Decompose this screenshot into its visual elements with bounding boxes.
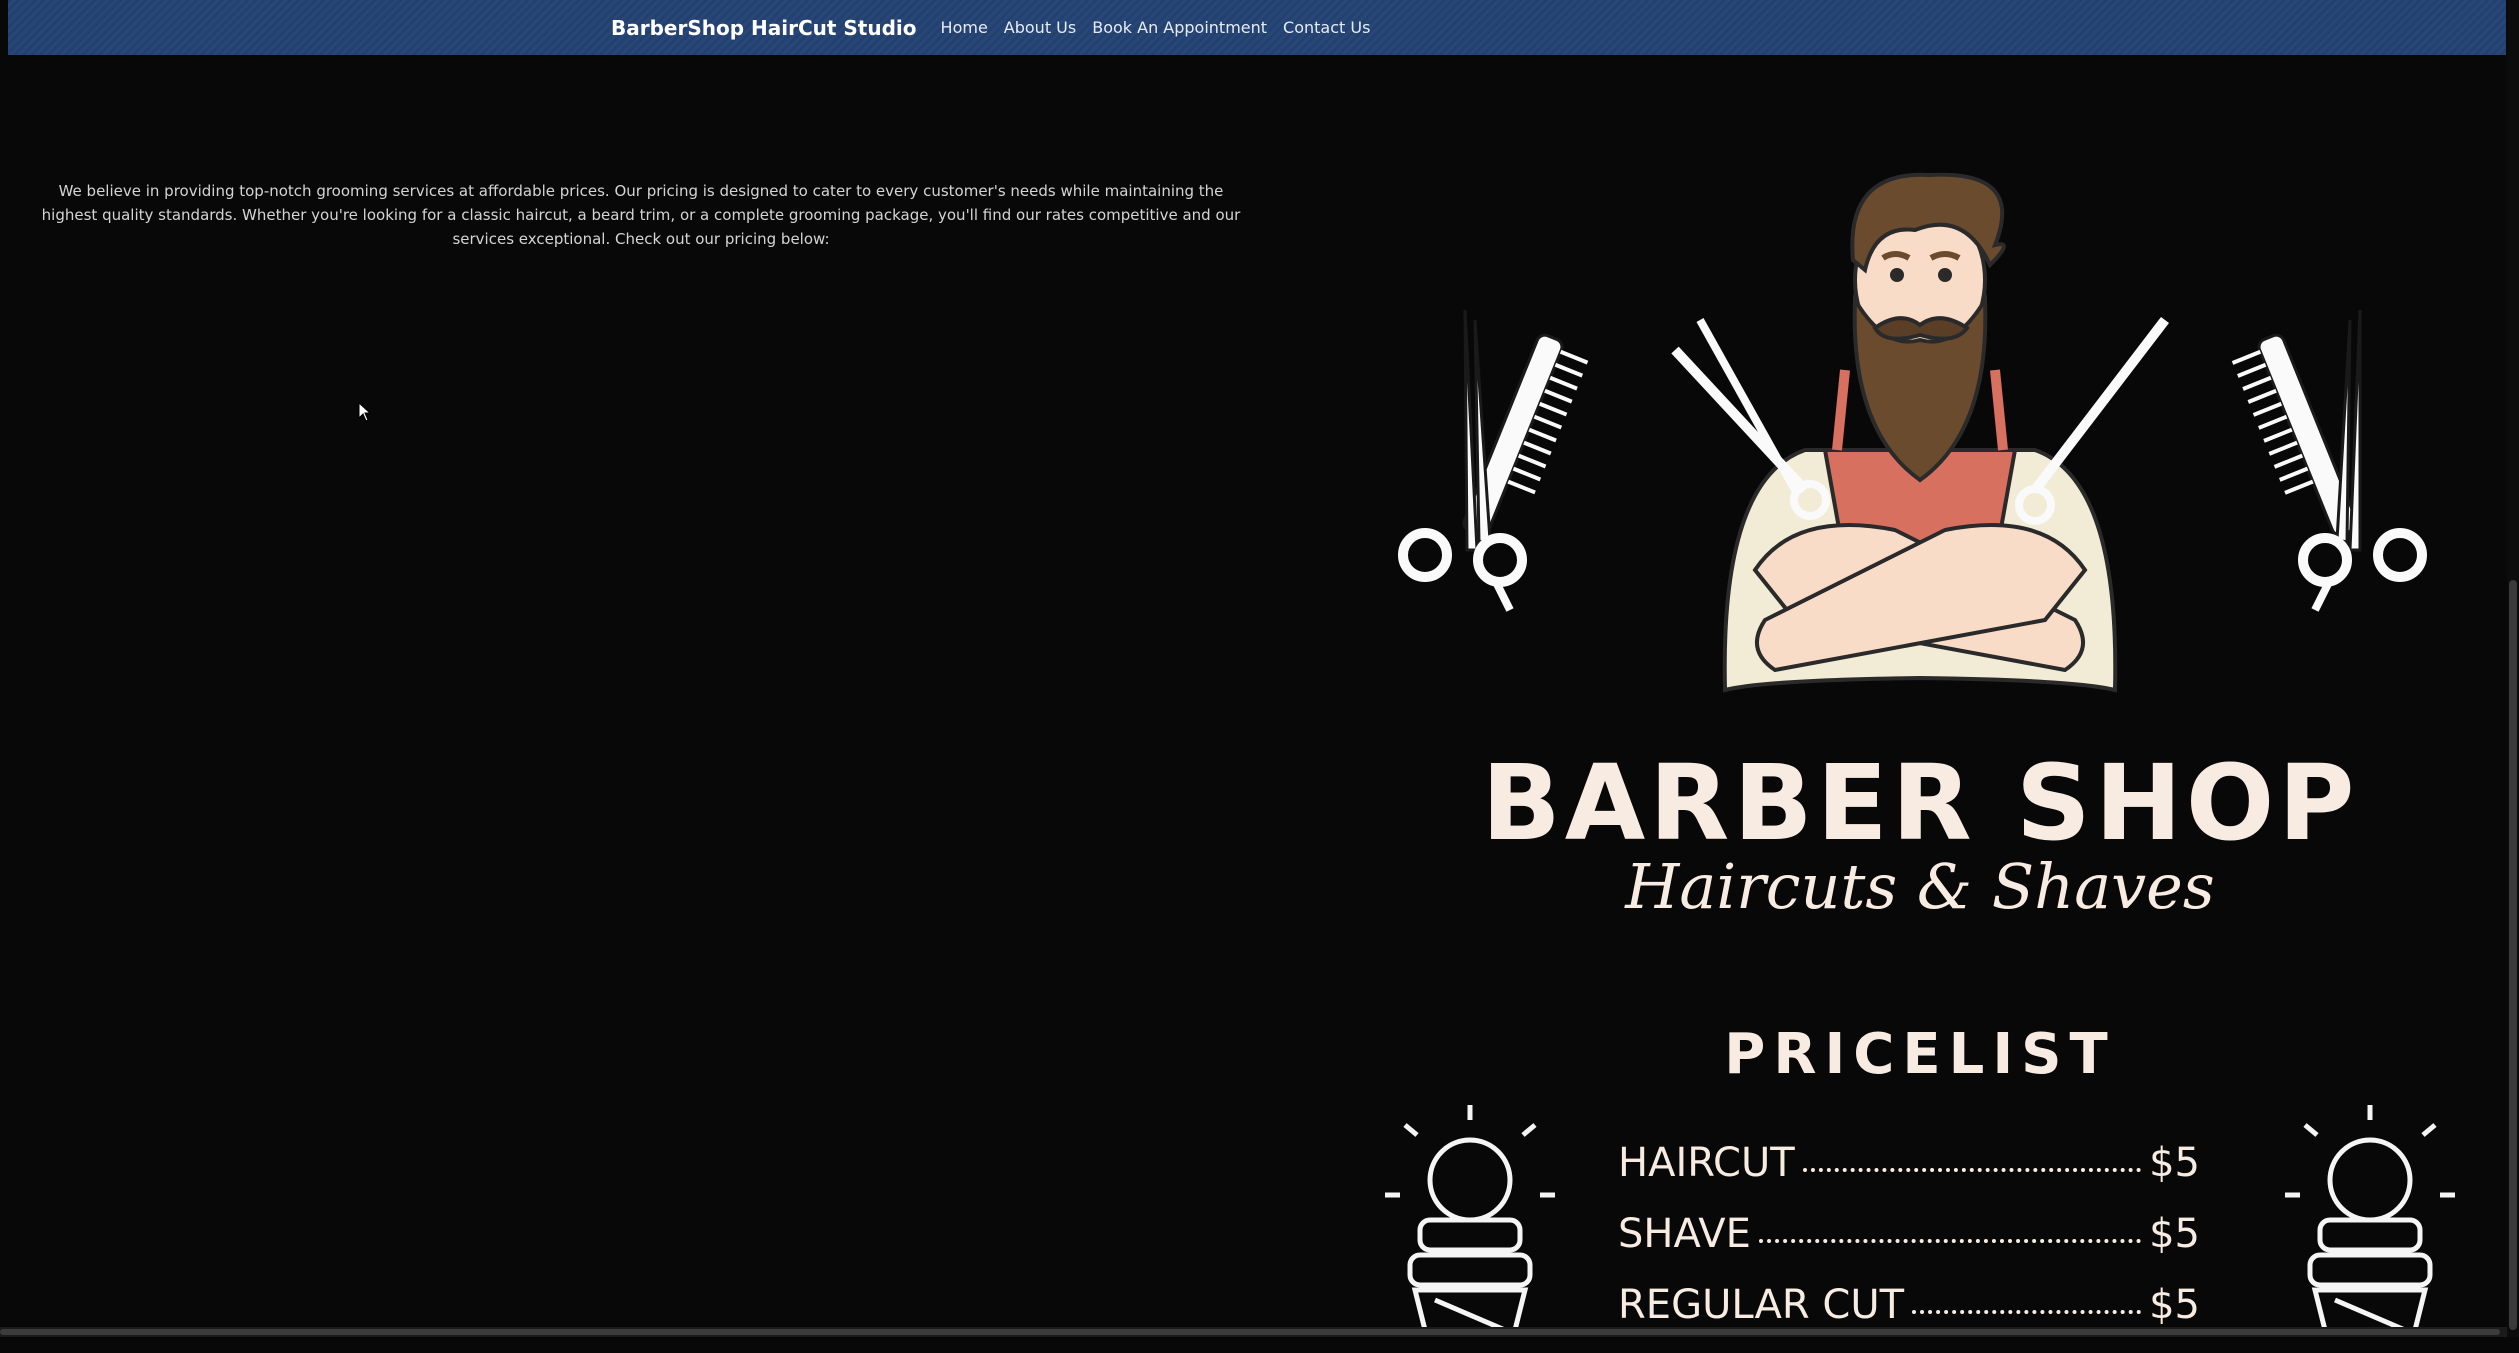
brand-link[interactable]: BarberShop HairCut Studio: [611, 16, 917, 40]
price-item-name: REGULAR CUT: [1618, 1282, 1904, 1328]
poster-subtitle: Haircuts & Shaves: [1375, 850, 2465, 923]
top-navbar: BarberShop HairCut Studio Home About Us …: [8, 0, 2506, 55]
mouse-cursor-icon: [358, 402, 372, 422]
pricing-intro-text: We believe in providing top-notch groomi…: [30, 179, 1252, 251]
vertical-scrollbar[interactable]: [2507, 0, 2519, 1337]
price-item-value: $5: [2149, 1140, 2200, 1186]
left-scissors-comb-icon: [1403, 310, 1588, 610]
poster-title: BARBER SHOP: [1375, 742, 2465, 864]
pricelist-heading: PRICELIST: [1375, 1022, 2465, 1087]
price-leader-dots: [1912, 1309, 2141, 1314]
price-row-shave: SHAVE $5: [1618, 1211, 2200, 1282]
horizontal-scrollbar[interactable]: [0, 1327, 2507, 1337]
barber-character-illustration: [1675, 175, 2165, 690]
vertical-scrollbar-thumb[interactable]: [2509, 580, 2517, 1330]
price-row-haircut: HAIRCUT $5: [1618, 1140, 2200, 1211]
price-item-value: $5: [2149, 1282, 2200, 1328]
nav-about-us[interactable]: About Us: [1004, 18, 1076, 37]
price-item-name: HAIRCUT: [1618, 1140, 1795, 1186]
right-barber-pole-icon: [2285, 1105, 2455, 1330]
price-item-name: SHAVE: [1618, 1211, 1751, 1257]
price-leader-dots: [1759, 1238, 2141, 1243]
nav-home[interactable]: Home: [941, 18, 988, 37]
barbershop-poster-image: BARBER SHOP Haircuts & Shaves PRICELIST …: [1375, 150, 2465, 1330]
price-row-regular-cut: REGULAR CUT $5: [1618, 1282, 2200, 1353]
left-barber-pole-icon: [1385, 1105, 1555, 1330]
price-leader-dots: [1803, 1167, 2141, 1172]
nav-book-appointment[interactable]: Book An Appointment: [1092, 18, 1267, 37]
horizontal-scrollbar-thumb[interactable]: [0, 1329, 2500, 1335]
nav-contact-us[interactable]: Contact Us: [1283, 18, 1370, 37]
right-scissors-comb-icon: [2233, 310, 2422, 610]
price-item-value: $5: [2149, 1211, 2200, 1257]
price-list: HAIRCUT $5 SHAVE $5 REGULAR CUT $5: [1618, 1140, 2200, 1353]
